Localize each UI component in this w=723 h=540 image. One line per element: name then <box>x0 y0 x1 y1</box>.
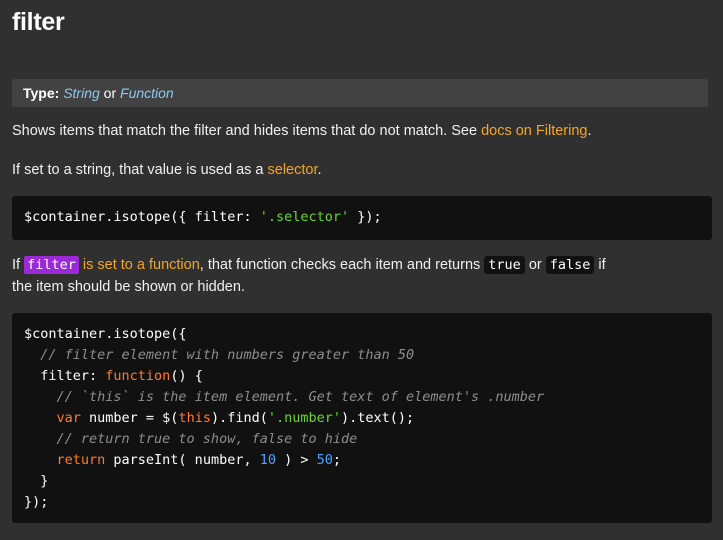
type-function: Function <box>120 85 174 101</box>
code-block-function: $container.isotope({ // filter element w… <box>12 313 712 523</box>
code2-line7b: ) > <box>275 452 317 468</box>
code2-keyword-var: var <box>24 410 81 426</box>
code2-line5b: ).find( <box>210 410 268 426</box>
description-paragraph: Shows items that match the filter and hi… <box>12 120 712 142</box>
code1-string: '.selector' <box>259 209 350 225</box>
description-period: . <box>587 123 592 139</box>
type-label: Type: <box>23 85 60 101</box>
code2-line9: }); <box>24 494 49 510</box>
code2-line7a: parseInt( number, <box>105 452 260 468</box>
string-paragraph: If set to a string, that value is used a… <box>12 159 712 181</box>
code2-number-50: 50 <box>316 452 333 468</box>
code1-end: }); <box>349 209 382 225</box>
type-string: String <box>63 85 100 101</box>
inline-code-false: false <box>545 256 595 274</box>
type-or: or <box>103 85 117 101</box>
p3-if: If <box>12 257 25 273</box>
code2-line5a: number = $( <box>80 410 179 426</box>
selector-link[interactable]: selector <box>268 162 318 178</box>
code2-keyword-this: this <box>178 410 211 426</box>
string-period: . <box>317 162 322 178</box>
p3-or: or <box>524 257 546 273</box>
code2-line7c: ; <box>332 452 342 468</box>
code2-string-number: '.number' <box>267 410 342 426</box>
type-info-box: Type: String or Function <box>12 79 708 107</box>
code1-text: $container.isotope({ filter: <box>24 209 260 225</box>
code2-line3-end: () { <box>170 368 203 384</box>
p3-mid: , that function checks each item and ret… <box>199 257 485 273</box>
function-paragraph: If filter is set to a function, that fun… <box>12 254 712 298</box>
code2-line8: } <box>24 473 49 489</box>
inline-code-true: true <box>484 256 525 274</box>
docs-page: filter Type: String or Function Shows it… <box>0 0 723 540</box>
code2-line3: filter: <box>24 368 106 384</box>
code2-keyword-function: function <box>105 368 171 384</box>
code2-number-10: 10 <box>259 452 276 468</box>
description-text: Shows items that match the filter and hi… <box>12 123 482 139</box>
p3-end: if <box>594 257 606 273</box>
string-text: If set to a string, that value is used a… <box>12 162 268 178</box>
code2-comment1: // filter element with numbers greater t… <box>24 347 415 363</box>
function-highlight-text: is set to a function <box>78 257 200 273</box>
code2-line5c: ).text(); <box>341 410 415 426</box>
code2-comment2: // `this` is the item element. Get text … <box>24 389 545 405</box>
code2-line1: $container.isotope({ <box>24 326 187 342</box>
code2-comment3: // return true to show, false to hide <box>24 431 358 447</box>
option-title: filter <box>12 8 65 36</box>
p3-line2: the item should be shown or hidden. <box>12 279 245 295</box>
code-block-string: $container.isotope({ filter: '.selector'… <box>12 196 712 240</box>
filter-highlight-code: filter <box>24 256 79 274</box>
code2-keyword-return: return <box>24 452 106 468</box>
docs-on-filtering-link[interactable]: docs on Filtering <box>481 123 587 139</box>
